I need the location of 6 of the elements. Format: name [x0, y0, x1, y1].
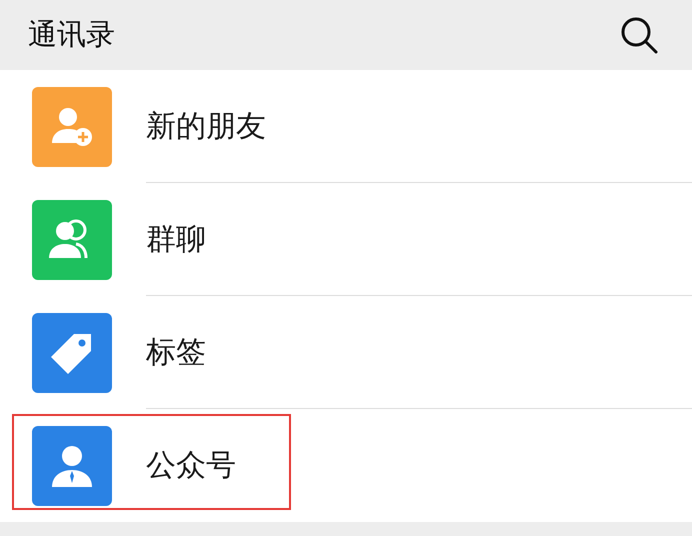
- list-item[interactable]: 标签: [146, 332, 206, 372]
- page-title: 通讯录: [28, 16, 115, 53]
- list-item[interactable]: 新的朋友: [146, 106, 266, 146]
- list-item[interactable]: 公众号: [146, 445, 236, 486]
- list-item[interactable]: 群聊: [146, 218, 206, 260]
- search-icon[interactable]: [620, 16, 658, 54]
